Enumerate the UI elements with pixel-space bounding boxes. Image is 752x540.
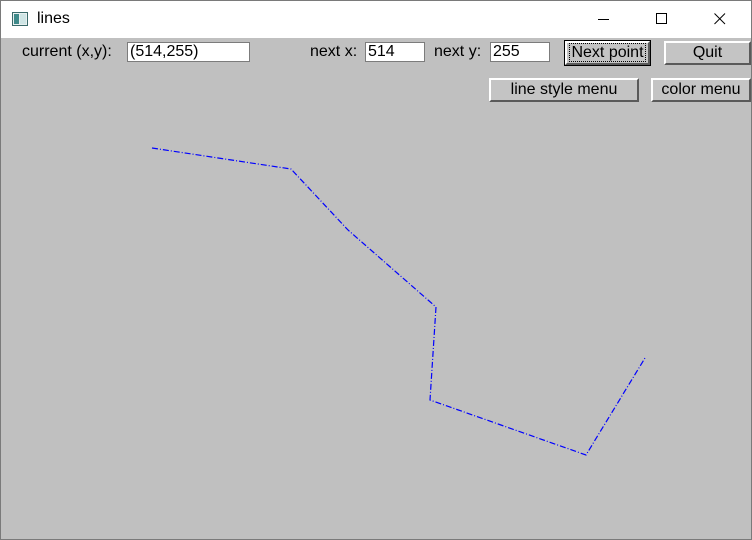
close-button[interactable] bbox=[692, 1, 750, 38]
window-title: lines bbox=[37, 10, 70, 27]
client-area: current (x,y): (514,255) next x: 514 nex… bbox=[1, 38, 751, 539]
drawing-canvas[interactable] bbox=[1, 38, 751, 539]
maximize-button[interactable] bbox=[634, 1, 692, 38]
app-window: lines current (x,y): (514,255) next x: 5… bbox=[0, 0, 752, 540]
maximize-icon bbox=[656, 13, 667, 24]
title-bar[interactable]: lines bbox=[1, 1, 751, 38]
drawn-polyline bbox=[151, 147, 646, 456]
app-icon bbox=[12, 12, 28, 26]
close-icon bbox=[714, 13, 726, 25]
minimize-button[interactable] bbox=[576, 1, 634, 38]
minimize-icon bbox=[598, 19, 609, 20]
